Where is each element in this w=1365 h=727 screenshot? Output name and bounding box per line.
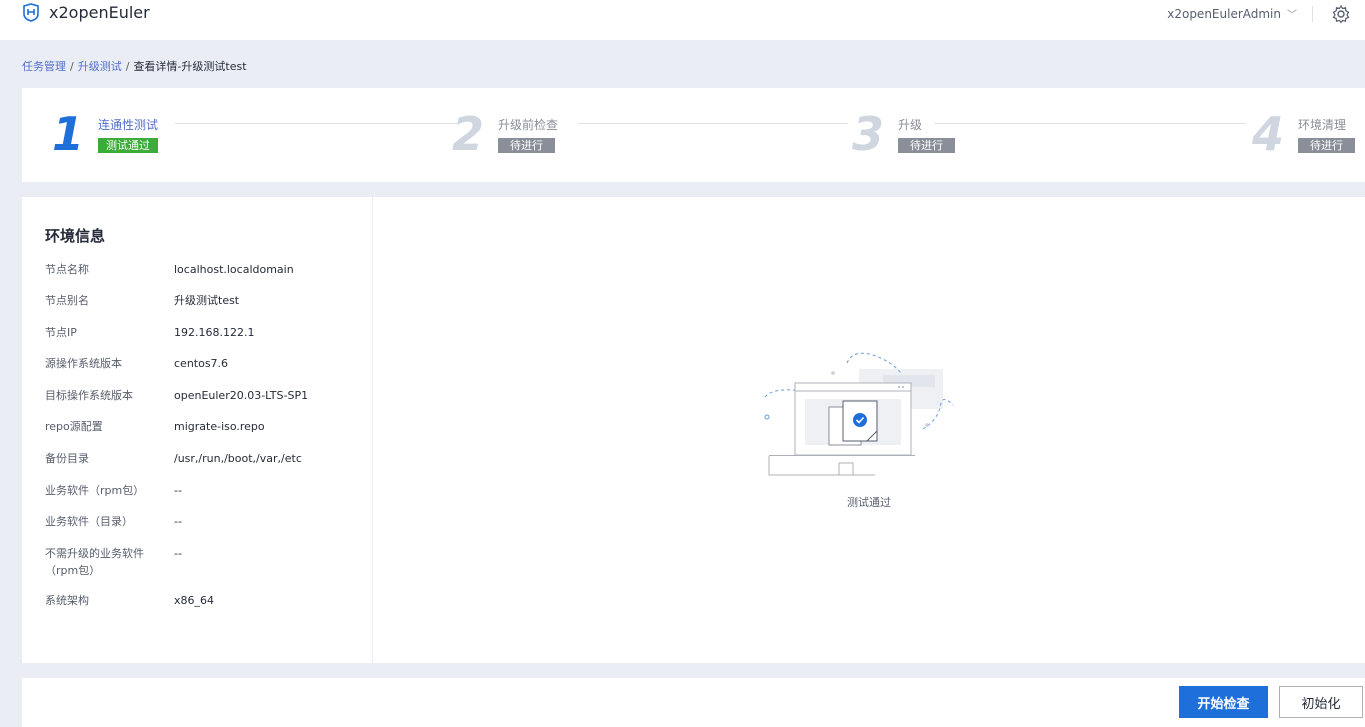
test-result-text: 测试通过 (847, 496, 891, 509)
step-pre-upgrade-check: 2 升级前检查 待进行 (452, 107, 848, 168)
step-number: 2 (452, 107, 485, 161)
brand[interactable]: x2openEuler (21, 0, 150, 24)
info-label: 业务软件（目录） (45, 515, 133, 528)
status-badge: 待进行 (498, 138, 555, 153)
info-value: localhost.localdomain (174, 263, 294, 276)
step-connector (175, 123, 457, 124)
info-value: openEuler20.03-LTS-SP1 (174, 389, 309, 402)
environment-info-title: 环境信息 (45, 227, 106, 245)
info-value: x86_64 (174, 594, 215, 607)
info-label: 节点别名 (45, 294, 89, 307)
info-label: 备份目录 (45, 452, 89, 465)
breadcrumb-separator: / (70, 60, 74, 73)
info-row: 业务软件（目录） -- (45, 513, 182, 530)
info-row: 备份目录 /usr,/run,/boot,/var,/etc (45, 450, 302, 467)
breadcrumb-separator: / (125, 60, 130, 73)
step-number: 3 (852, 107, 885, 161)
info-row: 节点别名 升级测试test (45, 292, 239, 309)
breadcrumb-task-management[interactable]: 任务管理 (22, 60, 66, 73)
info-value: -- (174, 547, 182, 560)
user-name: x2openEulerAdmin (1167, 6, 1281, 21)
step-number: 4 (1252, 107, 1285, 161)
gear-icon[interactable] (1331, 4, 1351, 24)
start-check-button[interactable]: 开始检查 (1179, 686, 1268, 718)
info-row: 系统架构 x86_64 (45, 592, 214, 609)
info-label: 源操作系统版本 (45, 357, 122, 370)
test-passed-illustration (764, 352, 954, 476)
status-badge: 测试通过 (98, 138, 158, 153)
step-connector (578, 123, 848, 124)
breadcrumb-upgrade-test[interactable]: 升级测试 (78, 60, 122, 73)
info-row: 目标操作系统版本 openEuler20.03-LTS-SP1 (45, 387, 308, 404)
info-value: 升级测试test (174, 294, 240, 307)
step-connector (934, 123, 1246, 124)
info-value: -- (174, 484, 182, 497)
chevron-down-icon: ﹀ (1287, 10, 1297, 21)
breadcrumb: 任务管理 / 升级测试 / 查看详情-升级测试test (22, 58, 247, 74)
info-label: 系统架构 (45, 594, 89, 607)
app-logo-icon (23, 3, 39, 22)
status-badge: 待进行 (1298, 138, 1355, 153)
user-menu[interactable]: x2openEulerAdmin ﹀ (1167, 6, 1297, 22)
step-upgrade: 3 升级 待进行 (852, 107, 1246, 168)
info-label: 节点IP (45, 326, 77, 339)
step-title: 升级前检查 (498, 118, 559, 132)
info-row: 不需升级的业务软件（rpm包） -- (45, 545, 182, 579)
step-title: 升级 (898, 118, 923, 132)
step-environment-cleanup: 4 环境清理 待进行 (1252, 108, 1365, 168)
info-label: 节点名称 (45, 263, 89, 276)
info-row: repo源配置 migrate-iso.repo (45, 418, 265, 435)
top-bar: x2openEuler x2openEulerAdmin ﹀ (0, 0, 1365, 40)
info-label: 业务软件（rpm包） (45, 484, 145, 497)
app-title: x2openEuler (49, 2, 150, 22)
header-divider (1312, 6, 1313, 22)
step-title: 环境清理 (1298, 118, 1347, 132)
step-connectivity-test: 1 连通性测试 测试通过 (52, 107, 457, 168)
info-value: /usr,/run,/boot,/var,/etc (174, 452, 302, 465)
step-progress: 1 连通性测试 测试通过 2 升级前检查 待进行 3 升级 待进行 4 环境清理… (22, 88, 1365, 182)
step-number: 1 (52, 107, 85, 161)
info-value: centos7.6 (174, 357, 229, 370)
info-value: -- (174, 515, 182, 528)
info-value: 192.168.122.1 (174, 326, 255, 339)
info-label: repo源配置 (45, 420, 103, 433)
action-footer: 开始检查 初始化 (22, 678, 1365, 727)
info-value: migrate-iso.repo (174, 420, 265, 433)
environment-info-panel: 环境信息 节点名称 localhost.localdomain 节点别名 升级测… (22, 197, 372, 663)
status-badge: 待进行 (898, 138, 955, 153)
initialize-button[interactable]: 初始化 (1279, 686, 1363, 718)
info-row: 节点名称 localhost.localdomain (45, 261, 294, 278)
info-label: 不需升级的业务软件（rpm包） (45, 547, 144, 577)
test-result-panel: 测试通过 (373, 197, 1365, 663)
breadcrumb-current: 查看详情-升级测试test (133, 60, 247, 73)
info-row: 节点IP 192.168.122.1 (45, 324, 254, 341)
step-title: 连通性测试 (98, 118, 159, 132)
info-label: 目标操作系统版本 (45, 389, 133, 402)
info-row: 业务软件（rpm包） -- (45, 482, 182, 499)
info-row: 源操作系统版本 centos7.6 (45, 355, 228, 372)
